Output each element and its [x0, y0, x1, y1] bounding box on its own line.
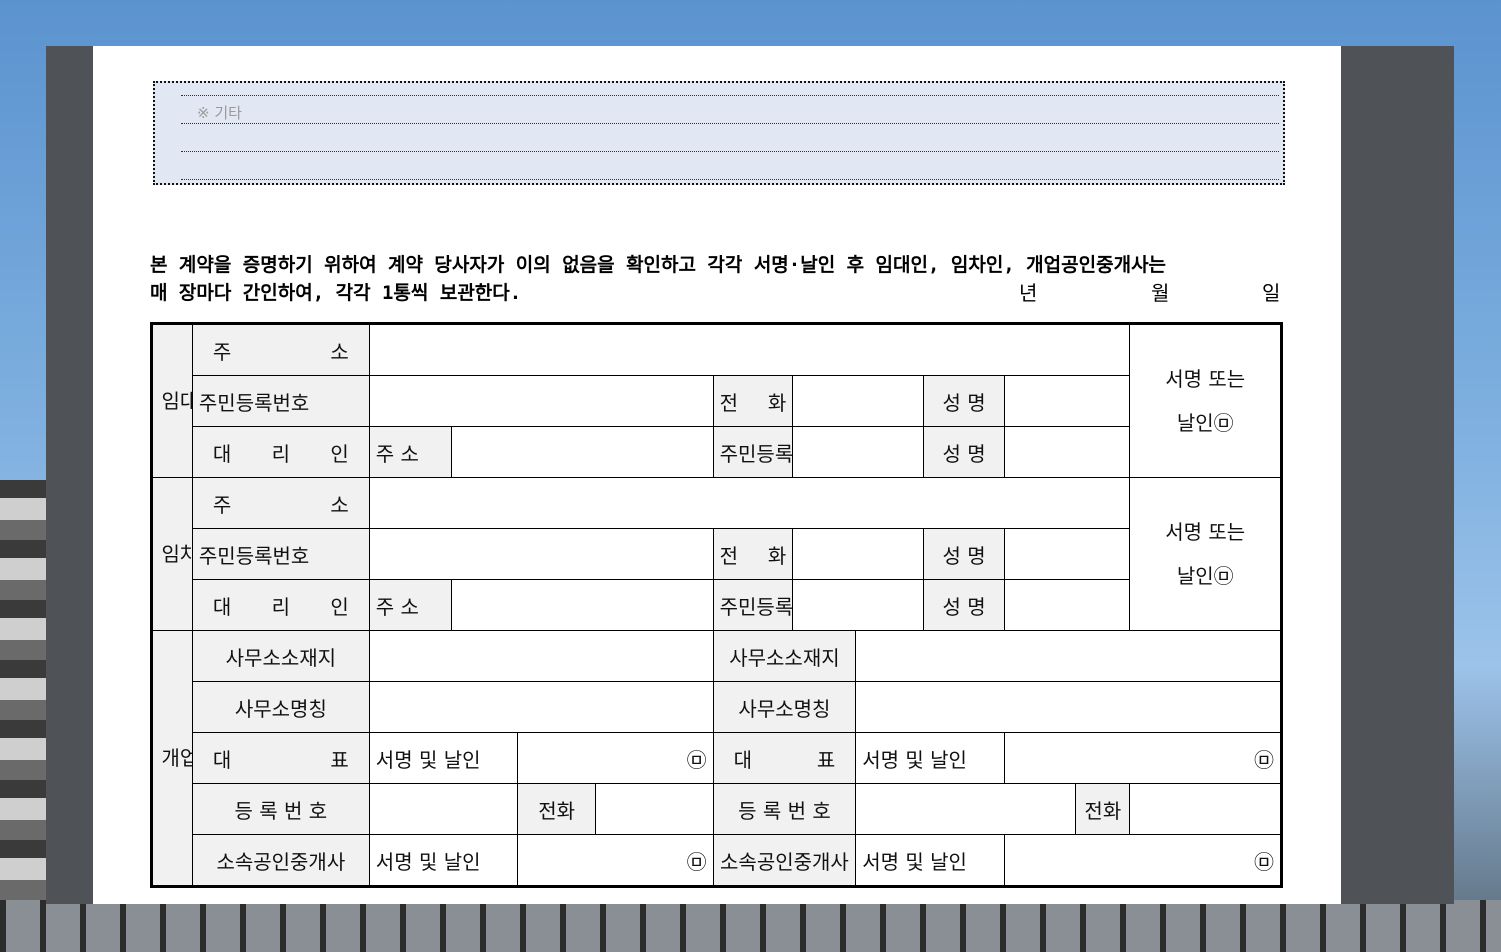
lessor-name-field[interactable]: [1004, 375, 1131, 427]
broker2-affiliated-seal-field[interactable]: ㉤: [1004, 834, 1282, 887]
other-notes-box[interactable]: ※ 기타: [153, 81, 1285, 185]
broker2-office-name-label: 사무소명칭: [712, 681, 857, 733]
lessee-agent-label: 대리인: [191, 579, 370, 631]
broker2-affiliated-label: 소속공인중개사: [712, 834, 857, 887]
lessee-agent-address-field[interactable]: [450, 579, 714, 631]
broker2-representative-label: 대표: [712, 732, 857, 784]
note-line: [181, 151, 1279, 152]
lessor-address-label: 주소: [191, 323, 370, 376]
broker1-representative-seal-field[interactable]: ㉤: [516, 732, 714, 784]
other-notes-label: ※ 기타: [197, 104, 242, 122]
lessor-agent-id-field[interactable]: [792, 426, 924, 478]
lessor-phone-field[interactable]: [792, 375, 924, 427]
lessor-id-label: 주민등록번호: [191, 375, 370, 427]
broker1-phone-field[interactable]: [595, 783, 714, 835]
broker2-phone-field[interactable]: [1129, 783, 1282, 835]
broker2-office-location-field[interactable]: [855, 630, 1282, 682]
lessor-signature-cell[interactable]: 서명 또는 날인㉤: [1129, 323, 1282, 478]
statement-line-2: 매 장마다 간인하여, 각각 1통씩 보관한다.: [150, 282, 522, 304]
note-line: [181, 123, 1279, 124]
lessee-id-label: 주민등록번호: [191, 528, 370, 580]
lessor-id-field[interactable]: [368, 375, 714, 427]
broker1-registration-label: 등 록 번 호: [191, 783, 370, 835]
lessee-agent-address-label: 주 소: [368, 579, 452, 631]
lessee-group-label: 임차인: [151, 477, 193, 631]
lessee-agent-id-field[interactable]: [792, 579, 924, 631]
broker2-phone-label: 전화: [1075, 783, 1131, 835]
broker1-affiliated-sign-seal-label: 서명 및 날인: [368, 834, 518, 887]
lessor-agent-id-label: 주민등록번호: [712, 426, 794, 478]
lessor-agent-label: 대리인: [191, 426, 370, 478]
lessee-agent-name-label: 성 명: [922, 579, 1006, 631]
seal-mark: ㉤: [1254, 747, 1274, 772]
lessee-name-label: 성 명: [922, 528, 1006, 580]
broker2-representative-seal-field[interactable]: ㉤: [1004, 732, 1282, 784]
date-day-label: 일: [1262, 281, 1281, 305]
lessor-group-label: 임대인: [151, 323, 193, 478]
broker1-office-location-label: 사무소소재지: [191, 630, 370, 682]
background-railing: [0, 900, 1501, 952]
lessee-address-field[interactable]: [368, 477, 1131, 529]
broker1-registration-field[interactable]: [368, 783, 518, 835]
seal-mark: ㉤: [686, 849, 707, 874]
lessor-agent-address-field[interactable]: [450, 426, 714, 478]
lessor-address-field[interactable]: [368, 323, 1131, 376]
lessee-signature-cell[interactable]: 서명 또는 날인㉤: [1129, 477, 1282, 631]
seal-mark: ㉤: [1254, 849, 1274, 874]
lessee-id-field[interactable]: [368, 528, 714, 580]
date-month-label: 월: [1151, 281, 1170, 305]
lessee-agent-id-label: 주민등록번호: [712, 579, 794, 631]
lessee-phone-label: 전화: [712, 528, 794, 580]
broker1-office-location-field[interactable]: [368, 630, 714, 682]
broker1-office-name-label: 사무소명칭: [191, 681, 370, 733]
broker2-office-name-field[interactable]: [855, 681, 1282, 733]
lessor-agent-name-label: 성 명: [922, 426, 1006, 478]
signature-table: 임대인 주소 서명 또는날인㉤ 주민등록번호 전화 성 명 대리인 주 소 주민…: [150, 322, 1283, 888]
lessee-agent-name-field[interactable]: [1004, 579, 1131, 631]
broker1-representative-label: 대표: [191, 732, 370, 784]
note-line: [181, 95, 1279, 96]
broker1-affiliated-seal-field[interactable]: ㉤: [516, 834, 714, 887]
broker1-phone-label: 전화: [516, 783, 597, 835]
broker2-affiliated-sign-seal-label: 서명 및 날인: [855, 834, 1006, 887]
broker1-office-name-field[interactable]: [368, 681, 714, 733]
lessor-phone-label: 전화: [712, 375, 794, 427]
lessee-address-label: 주소: [191, 477, 370, 529]
lessor-name-label: 성 명: [922, 375, 1006, 427]
lessee-phone-field[interactable]: [792, 528, 924, 580]
lessee-name-field[interactable]: [1004, 528, 1131, 580]
agreement-statement: 본 계약을 증명하기 위하여 계약 당사자가 이의 없음을 확인하고 각각 서명…: [150, 251, 1284, 307]
broker-group-label: 개업공인중개사: [151, 630, 193, 887]
broker2-registration-label: 등 록 번 호: [712, 783, 857, 835]
date-year-label: 년: [1019, 281, 1038, 305]
seal-mark: ㉤: [686, 747, 707, 772]
note-line: [181, 179, 1279, 180]
broker2-sign-seal-label: 서명 및 날인: [855, 732, 1006, 784]
statement-line-1: 본 계약을 증명하기 위하여 계약 당사자가 이의 없음을 확인하고 각각 서명…: [150, 254, 1167, 276]
lessor-agent-name-field[interactable]: [1004, 426, 1131, 478]
broker2-registration-field[interactable]: [855, 783, 1077, 835]
broker1-sign-seal-label: 서명 및 날인: [368, 732, 518, 784]
lessor-agent-address-label: 주 소: [368, 426, 452, 478]
broker2-office-location-label: 사무소소재지: [712, 630, 857, 682]
broker1-affiliated-label: 소속공인중개사: [191, 834, 370, 887]
